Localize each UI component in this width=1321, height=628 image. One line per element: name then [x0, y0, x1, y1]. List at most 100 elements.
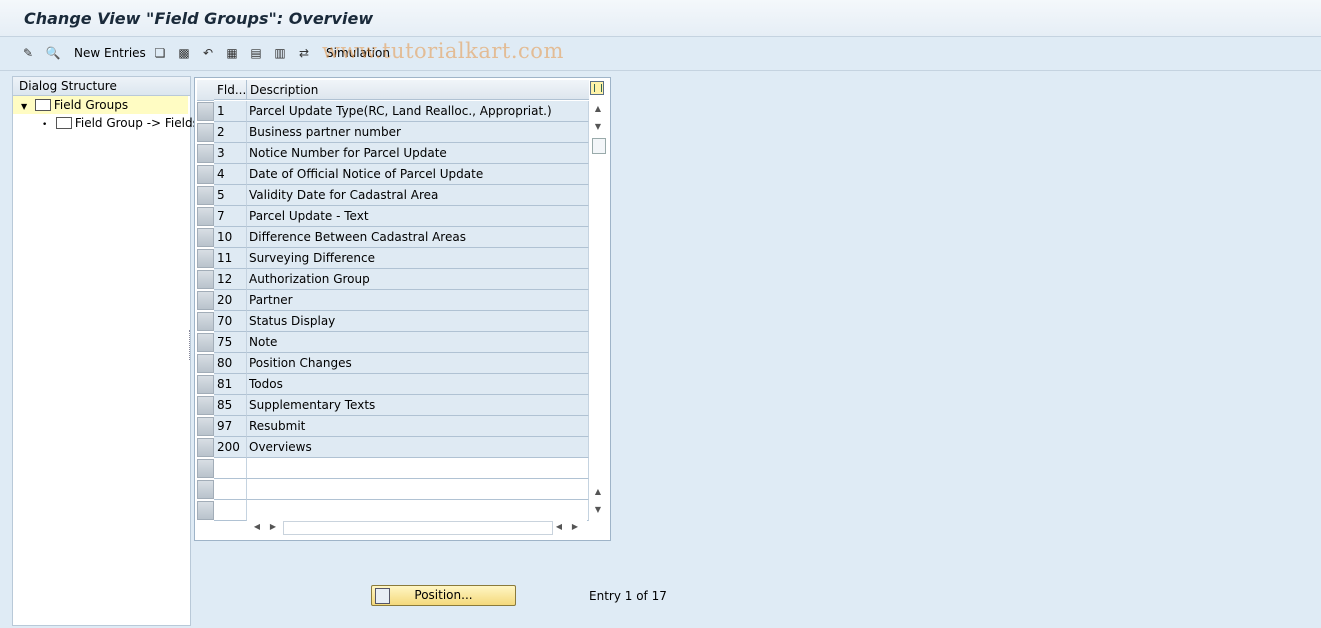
cell-description[interactable]: Resubmit — [247, 416, 589, 437]
cell-description[interactable]: Partner — [247, 290, 589, 311]
cell-fld[interactable]: 5 — [214, 185, 247, 206]
scroll-left-icon[interactable]: ◀ — [251, 522, 263, 531]
cell-fld[interactable]: 4 — [214, 164, 247, 185]
folder-open-icon — [34, 98, 51, 111]
scroll-right-icon[interactable]: ▶ — [267, 522, 279, 531]
scroll-page-up-icon[interactable]: ▲ — [592, 487, 604, 496]
scroll-down-icon[interactable]: ▼ — [592, 122, 604, 131]
position-button-label: Position... — [414, 588, 473, 602]
display-change-icon[interactable]: ✎ — [20, 45, 36, 61]
row-selector[interactable] — [197, 501, 214, 520]
row-selector[interactable] — [197, 123, 214, 142]
row-selector[interactable] — [197, 312, 214, 331]
cell-fld[interactable]: 97 — [214, 416, 247, 437]
row-selector[interactable] — [197, 417, 214, 436]
row-selector[interactable] — [197, 354, 214, 373]
select-all-icon[interactable]: ▦ — [224, 45, 240, 61]
select-all-header[interactable] — [197, 80, 214, 101]
cell-description[interactable] — [247, 458, 589, 479]
cell-description[interactable]: Difference Between Cadastral Areas — [247, 227, 589, 248]
deselect-all-icon[interactable]: ▥ — [272, 45, 288, 61]
row-selector[interactable] — [197, 165, 214, 184]
cell-fld[interactable]: 20 — [214, 290, 247, 311]
cell-fld[interactable] — [214, 479, 247, 500]
cell-description[interactable]: Parcel Update Type(RC, Land Realloc., Ap… — [247, 101, 589, 122]
cell-fld[interactable]: 80 — [214, 353, 247, 374]
row-selector[interactable] — [197, 186, 214, 205]
cell-description[interactable]: Position Changes — [247, 353, 589, 374]
cell-description[interactable]: Notice Number for Parcel Update — [247, 143, 589, 164]
field-groups-table: Fld... Description 1 Parcel Update Type(R… — [194, 77, 611, 541]
table-settings-icon[interactable] — [590, 81, 604, 95]
cell-fld[interactable]: 200 — [214, 437, 247, 458]
display-icon[interactable]: 🔍 — [45, 45, 61, 61]
watermark: www.tutorialkart.com — [322, 39, 564, 63]
cell-description[interactable]: Parcel Update - Text — [247, 206, 589, 227]
position-icon — [375, 588, 390, 604]
cell-description[interactable]: Date of Official Notice of Parcel Update — [247, 164, 589, 185]
cell-description[interactable]: Business partner number — [247, 122, 589, 143]
tree-item-field-group-fields[interactable]: • Field Group -> Fields — [13, 114, 199, 132]
entry-counter: Entry 1 of 17 — [589, 589, 667, 603]
row-selector[interactable] — [197, 102, 214, 121]
tree-item-label: Field Groups — [53, 98, 129, 112]
cell-description[interactable]: Status Display — [247, 311, 589, 332]
cell-fld[interactable]: 12 — [214, 269, 247, 290]
cell-description[interactable]: Overviews — [247, 437, 589, 458]
undo-change-icon[interactable]: ↶ — [200, 45, 216, 61]
delete-icon[interactable]: ▩ — [176, 45, 192, 61]
cell-fld[interactable]: 3 — [214, 143, 247, 164]
row-selector[interactable] — [197, 396, 214, 415]
cell-fld[interactable]: 7 — [214, 206, 247, 227]
dialog-structure-header: Dialog Structure — [13, 77, 190, 96]
scroll-end-left-icon[interactable]: ◀ — [553, 522, 565, 531]
row-selector[interactable] — [197, 228, 214, 247]
cell-fld[interactable]: 10 — [214, 227, 247, 248]
row-selector[interactable] — [197, 270, 214, 289]
row-selector[interactable] — [197, 144, 214, 163]
cell-fld[interactable]: 85 — [214, 395, 247, 416]
cell-fld[interactable]: 75 — [214, 332, 247, 353]
copy-icon[interactable]: ❏ — [152, 45, 168, 61]
column-header-description[interactable]: Description — [247, 80, 589, 100]
hscroll-track[interactable] — [283, 521, 553, 535]
cell-fld[interactable]: 70 — [214, 311, 247, 332]
row-selector[interactable] — [197, 291, 214, 310]
cell-fld[interactable]: 11 — [214, 248, 247, 269]
simulation-icon[interactable]: ⇄ — [296, 45, 312, 61]
new-entries-button[interactable]: New Entries — [74, 46, 146, 62]
scroll-end-right-icon[interactable]: ▶ — [569, 522, 581, 531]
scroll-thumb[interactable] — [592, 138, 606, 154]
row-selector[interactable] — [197, 438, 214, 457]
select-block-icon[interactable]: ▤ — [248, 45, 264, 61]
tree-item-label: Field Group -> Fields — [74, 116, 199, 130]
row-selector[interactable] — [197, 207, 214, 226]
column-header-fld[interactable]: Fld... — [214, 80, 247, 100]
scroll-up-icon[interactable]: ▲ — [592, 104, 604, 113]
cell-fld[interactable] — [214, 500, 247, 521]
cell-fld[interactable] — [214, 458, 247, 479]
cell-description[interactable]: Todos — [247, 374, 589, 395]
cell-fld[interactable]: 2 — [214, 122, 247, 143]
scroll-page-down-icon[interactable]: ▼ — [592, 505, 604, 514]
row-selector[interactable] — [197, 333, 214, 352]
cell-description[interactable]: Validity Date for Cadastral Area — [247, 185, 589, 206]
row-selector[interactable] — [197, 249, 214, 268]
bullet-icon: • — [42, 120, 48, 130]
cell-fld[interactable]: 81 — [214, 374, 247, 395]
row-selector[interactable] — [197, 375, 214, 394]
position-button[interactable]: Position... — [371, 585, 516, 606]
cell-description[interactable] — [247, 500, 589, 521]
cell-description[interactable]: Surveying Difference — [247, 248, 589, 269]
cell-fld[interactable]: 1 — [214, 101, 247, 122]
cell-description[interactable]: Note — [247, 332, 589, 353]
row-selector[interactable] — [197, 480, 214, 499]
horizontal-scrollbar[interactable]: ◀ ▶ ◀ ▶ — [247, 519, 587, 537]
tree-item-field-groups[interactable]: ▼ Field Groups — [13, 96, 188, 114]
row-selector[interactable] — [197, 459, 214, 478]
vertical-scrollbar[interactable]: ▲ ▼ ▲ ▼ — [590, 100, 608, 520]
cell-description[interactable]: Supplementary Texts — [247, 395, 589, 416]
cell-description[interactable]: Authorization Group — [247, 269, 589, 290]
cell-description[interactable] — [247, 479, 589, 500]
panel-splitter[interactable] — [189, 330, 193, 360]
